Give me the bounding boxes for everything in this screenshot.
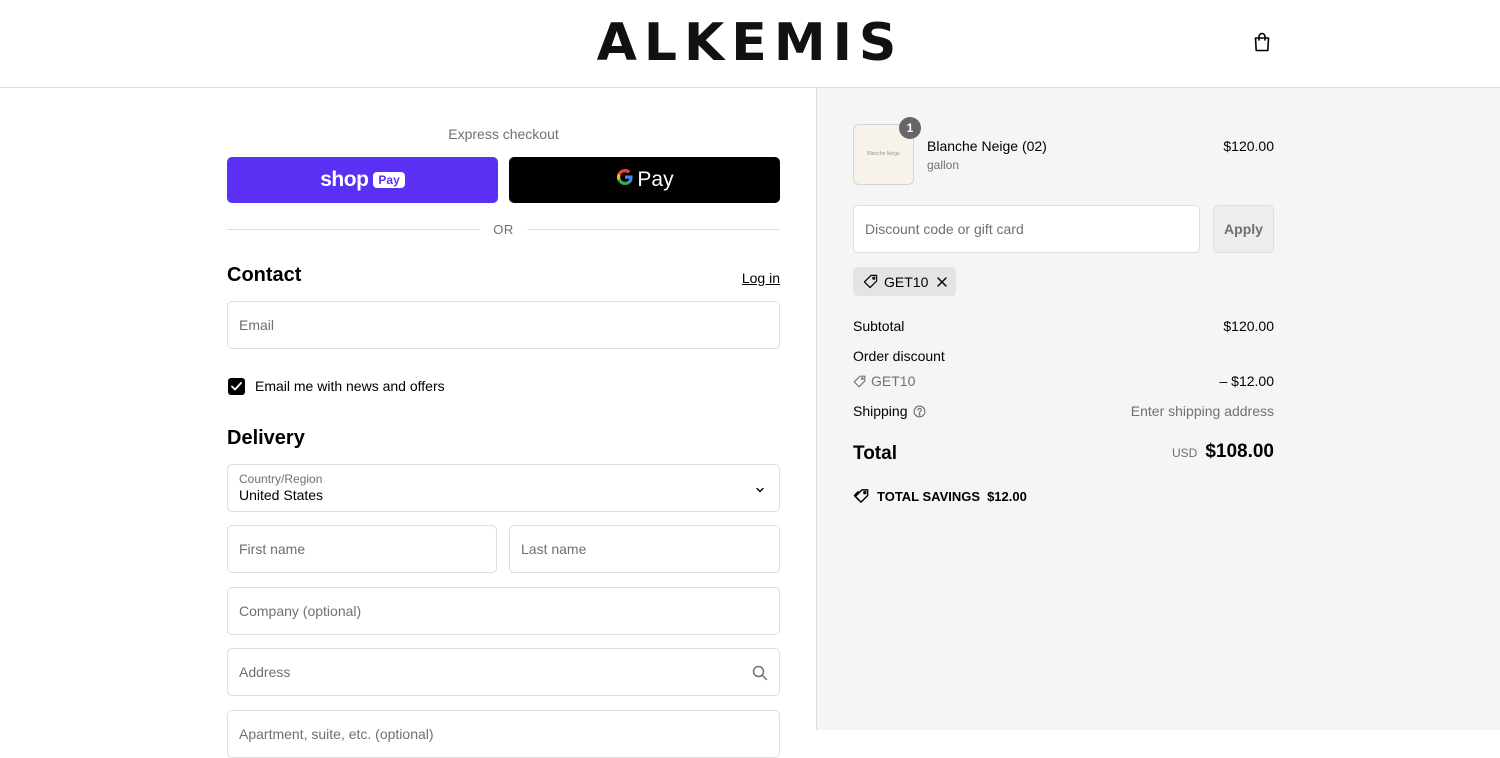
savings-label: TOTAL SAVINGS: [877, 488, 981, 504]
newsletter-row: Email me with news and offers: [228, 377, 445, 395]
remove-discount-button[interactable]: [936, 276, 948, 288]
address-placeholder: Address: [239, 664, 291, 680]
google-pay-label: Pay: [637, 168, 674, 191]
shopping-bag-icon: [1253, 32, 1271, 57]
applied-code: GET10: [884, 273, 929, 290]
checkmark-icon: [231, 381, 242, 390]
savings-tag-icon: [853, 488, 870, 504]
country-label: Country/Region: [239, 472, 323, 486]
discount-value: – $12.00: [1219, 373, 1275, 389]
discount-code-row: GET10: [853, 373, 915, 389]
delivery-heading: Delivery: [227, 427, 305, 449]
first-name-placeholder: First name: [239, 541, 306, 557]
google-g-icon: [615, 167, 635, 193]
cart-button[interactable]: [1249, 30, 1275, 58]
shipping-label: Shipping: [853, 403, 908, 419]
thumbnail-label: Blanche Neige: [867, 151, 900, 157]
total-label: Total: [853, 443, 897, 464]
newsletter-label: Email me with news and offers: [255, 378, 445, 394]
express-checkout-label: Express checkout: [448, 126, 559, 142]
divider-line: [227, 228, 481, 230]
savings-value: $12.00: [987, 488, 1027, 504]
total-amount: $108.00: [1205, 441, 1274, 462]
currency-code: USD: [1171, 446, 1198, 460]
order-summary-panel: Blanche Neige 1 Blanche Neige (02) gallo…: [816, 88, 1500, 730]
order-discount-label: Order discount: [853, 348, 945, 364]
country-value: United States: [239, 487, 324, 503]
last-name-placeholder: Last name: [521, 541, 587, 557]
brand-logo[interactable]: ALKEMIS: [0, 12, 1500, 74]
first-name-field[interactable]: First name: [227, 525, 497, 573]
apartment-placeholder: Apartment, suite, etc. (optional): [239, 726, 434, 742]
email-placeholder: Email: [239, 317, 275, 333]
site-header: ALKEMIS: [0, 0, 1500, 88]
or-text: OR: [493, 221, 514, 237]
apartment-field[interactable]: Apartment, suite, etc. (optional): [227, 710, 780, 758]
applied-discount-chip: GET10: [853, 267, 957, 296]
newsletter-checkbox[interactable]: [228, 377, 245, 395]
close-icon: [937, 276, 948, 287]
contact-heading: Contact: [227, 264, 302, 286]
discount-placeholder: Discount code or gift card: [865, 221, 1024, 237]
apply-discount-button[interactable]: Apply: [1213, 205, 1274, 253]
discount-code-text: GET10: [871, 373, 916, 389]
total-value-group: USD $108.00: [1074, 441, 1274, 463]
product-name: Blanche Neige (02): [927, 138, 1047, 154]
shop-pay-button[interactable]: shop Pay: [227, 157, 498, 203]
chevron-down-icon: [754, 483, 766, 499]
shipping-row: Shipping: [853, 403, 926, 419]
product-price: $120.00: [1223, 138, 1274, 154]
quantity-badge: 1: [899, 117, 921, 139]
shop-pay-badge: Pay: [373, 172, 405, 188]
total-savings: TOTAL SAVINGS $12.00: [853, 488, 1027, 504]
email-field[interactable]: Email: [227, 301, 780, 349]
subtotal-value: $120.00: [1223, 318, 1274, 334]
divider-line: [526, 228, 780, 230]
help-icon[interactable]: [913, 405, 926, 418]
tag-icon: [853, 375, 866, 388]
product-variant: gallon: [927, 158, 960, 172]
company-placeholder: Company (optional): [239, 603, 362, 619]
company-field[interactable]: Company (optional): [227, 587, 780, 635]
subtotal-label: Subtotal: [853, 318, 905, 334]
checkout-form-panel: Express checkout shop Pay Pay OR Contact…: [0, 88, 816, 758]
country-select[interactable]: Country/Region United States: [227, 464, 780, 512]
discount-code-input[interactable]: Discount code or gift card: [853, 205, 1200, 253]
search-icon: [752, 665, 768, 684]
login-link[interactable]: Log in: [700, 270, 780, 286]
last-name-field[interactable]: Last name: [509, 525, 780, 573]
address-field[interactable]: Address: [227, 648, 780, 696]
tag-icon: [863, 274, 878, 289]
or-divider: OR: [227, 220, 780, 238]
shop-pay-word: shop: [320, 168, 369, 191]
google-pay-button[interactable]: Pay: [509, 157, 780, 203]
shipping-value: Enter shipping address: [1130, 403, 1274, 419]
